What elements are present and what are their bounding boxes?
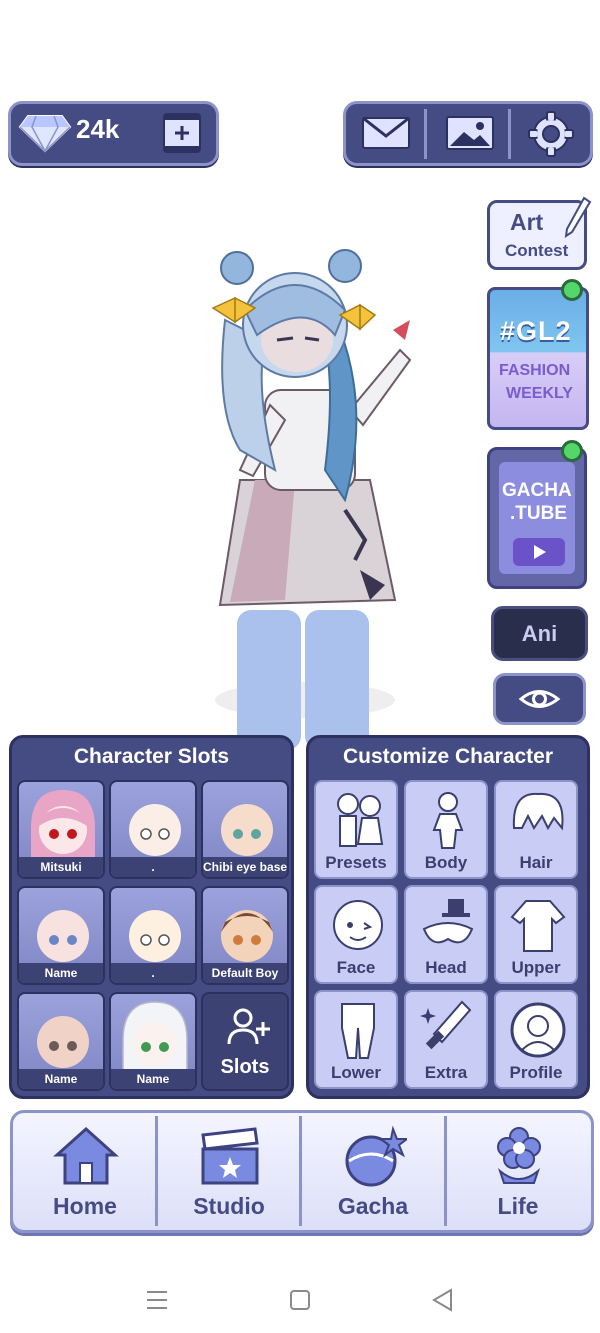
slot-name: Mitsuki: [19, 857, 103, 877]
gacha-tube-label: GACHA: [502, 480, 572, 501]
gl2-subtitle: FASHION: [499, 362, 571, 379]
character-slot[interactable]: Chibi eye base: [201, 780, 289, 879]
gl2-fashion-weekly-button[interactable]: #GL2 FASHION WEEKLY: [487, 287, 589, 430]
mail-icon[interactable]: [360, 114, 412, 152]
add-slots-button[interactable]: Slots: [201, 992, 289, 1091]
clapperboard-icon: [201, 1127, 259, 1185]
character-slot[interactable]: Mitsuki: [17, 780, 105, 879]
ani-button[interactable]: Ani: [491, 606, 588, 661]
notification-dot: [561, 440, 583, 462]
avatar: [129, 804, 181, 856]
category-face[interactable]: Face: [314, 885, 398, 984]
gacha-tube-button[interactable]: GACHA .TUBE: [487, 447, 587, 589]
character-slot[interactable]: Name: [17, 886, 105, 985]
nav-home[interactable]: Home: [15, 1113, 155, 1233]
slot-name: Name: [19, 963, 103, 983]
watch-ad-icon[interactable]: [160, 111, 204, 155]
avatar: [37, 910, 89, 962]
character-slot[interactable]: .: [109, 780, 197, 879]
slot-name: Name: [111, 1069, 195, 1089]
category-lower[interactable]: Lower: [314, 990, 398, 1089]
eye-icon: [518, 690, 561, 708]
divider: [424, 109, 427, 159]
slot-name: .: [111, 963, 195, 983]
nav-label: Studio: [193, 1193, 265, 1219]
shirt-icon: [510, 900, 566, 952]
nav-label: Gacha: [337, 1193, 409, 1219]
character-slots-title: Character Slots: [73, 745, 230, 768]
art-contest-label: Art: [510, 209, 544, 235]
category-label: Upper: [511, 958, 561, 977]
slot-name: Chibi eye base: [203, 857, 287, 877]
avatar: [221, 910, 273, 962]
category-hair[interactable]: Hair: [494, 780, 578, 879]
avatar: [221, 804, 273, 856]
nav-gacha[interactable]: Gacha: [303, 1113, 443, 1233]
avatar: [37, 1016, 89, 1068]
gallery-icon[interactable]: [444, 114, 496, 152]
sword-icon: [420, 1000, 472, 1050]
category-extra[interactable]: Extra: [404, 990, 488, 1089]
category-label: Profile: [509, 1063, 563, 1082]
add-slots-label: Slots: [220, 1056, 270, 1078]
category-upper[interactable]: Upper: [494, 885, 578, 984]
add-user-icon: [227, 1008, 270, 1045]
category-label: Presets: [325, 853, 387, 872]
eye-toggle-button[interactable]: [493, 673, 586, 725]
gacha-capsule-icon: [345, 1125, 407, 1187]
category-profile[interactable]: Profile: [494, 990, 578, 1089]
category-label: Head: [425, 958, 467, 977]
nav-studio[interactable]: Studio: [159, 1113, 299, 1233]
pants-icon: [341, 1003, 375, 1059]
gem-icon: [18, 115, 72, 153]
character-slot[interactable]: Name: [109, 992, 197, 1091]
settings-gear-icon[interactable]: [528, 111, 574, 157]
slot-name: .: [111, 857, 195, 877]
gl2-tag: #GL2: [500, 316, 572, 346]
category-label: Extra: [424, 1063, 468, 1082]
play-icon: [513, 538, 565, 566]
character-slot[interactable]: .: [109, 886, 197, 985]
gl2-subtitle: WEEKLY: [506, 385, 573, 402]
menu-icon[interactable]: [145, 1287, 169, 1313]
nav-label: Home: [53, 1193, 117, 1219]
character-slot[interactable]: Name: [17, 992, 105, 1091]
divider: [508, 109, 511, 159]
nav-life[interactable]: Life: [448, 1113, 588, 1233]
slot-name: Name: [19, 1069, 103, 1089]
body-icon: [432, 792, 464, 849]
divider: [155, 1116, 158, 1226]
avatar: [31, 790, 95, 860]
hair-icon: [512, 792, 564, 831]
presets-icon: [337, 793, 384, 847]
category-label: Face: [336, 958, 376, 977]
profile-icon: [510, 1002, 566, 1058]
avatar: [129, 910, 181, 962]
back-triangle-icon[interactable]: [431, 1287, 455, 1313]
notification-dot: [561, 279, 583, 301]
pencil-icon: [564, 196, 592, 238]
nav-label: Life: [497, 1193, 539, 1219]
divider: [299, 1116, 302, 1226]
category-label: Body: [424, 853, 468, 872]
head-accessory-icon: [422, 899, 474, 944]
divider: [444, 1116, 447, 1226]
category-head[interactable]: Head: [404, 885, 488, 984]
category-label: Hair: [519, 853, 553, 872]
home-icon: [53, 1126, 119, 1185]
category-presets[interactable]: Presets: [314, 780, 398, 879]
slot-name: Default Boy: [203, 963, 287, 983]
character-preview[interactable]: [195, 240, 435, 770]
customize-character-title: Customize Character: [342, 745, 554, 768]
category-label: Lower: [330, 1063, 382, 1082]
avatar: [122, 1001, 188, 1072]
face-icon: [333, 900, 383, 950]
flower-icon: [497, 1127, 541, 1184]
category-body[interactable]: Body: [404, 780, 488, 879]
art-contest-label: Contest: [505, 241, 569, 260]
home-square-icon[interactable]: [288, 1287, 312, 1313]
character-slot[interactable]: Default Boy: [201, 886, 289, 985]
gem-count: 24k: [76, 114, 120, 144]
gacha-tube-label: .TUBE: [510, 503, 567, 524]
